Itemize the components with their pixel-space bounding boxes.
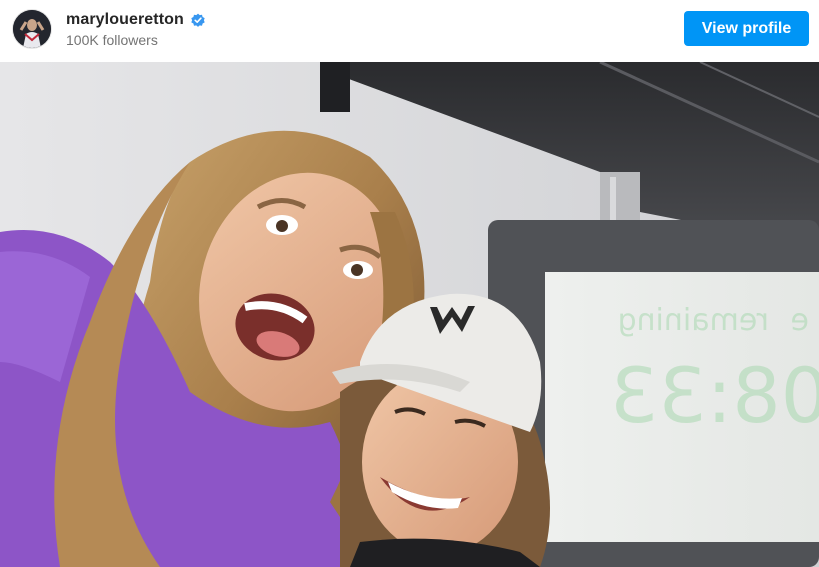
avatar[interactable]: [13, 10, 51, 48]
scoreboard-time: 08:33: [610, 351, 819, 440]
username[interactable]: maryloueretton: [66, 11, 184, 29]
follower-count: 100K followers: [66, 32, 158, 48]
verified-badge-icon: [191, 13, 205, 27]
photo-illustration: e remaining 08:33: [0, 62, 819, 567]
view-profile-button[interactable]: View profile: [684, 11, 809, 46]
username-row: maryloueretton: [66, 10, 206, 30]
instagram-embed: maryloueretton 100K followers View profi…: [0, 0, 819, 567]
scoreboard-label: remaining: [618, 303, 769, 338]
post-photo[interactable]: e remaining 08:33: [0, 62, 819, 567]
avatar-image: [13, 10, 51, 48]
scoreboard-partial: e: [791, 303, 809, 338]
post-header: maryloueretton 100K followers View profi…: [0, 0, 819, 62]
